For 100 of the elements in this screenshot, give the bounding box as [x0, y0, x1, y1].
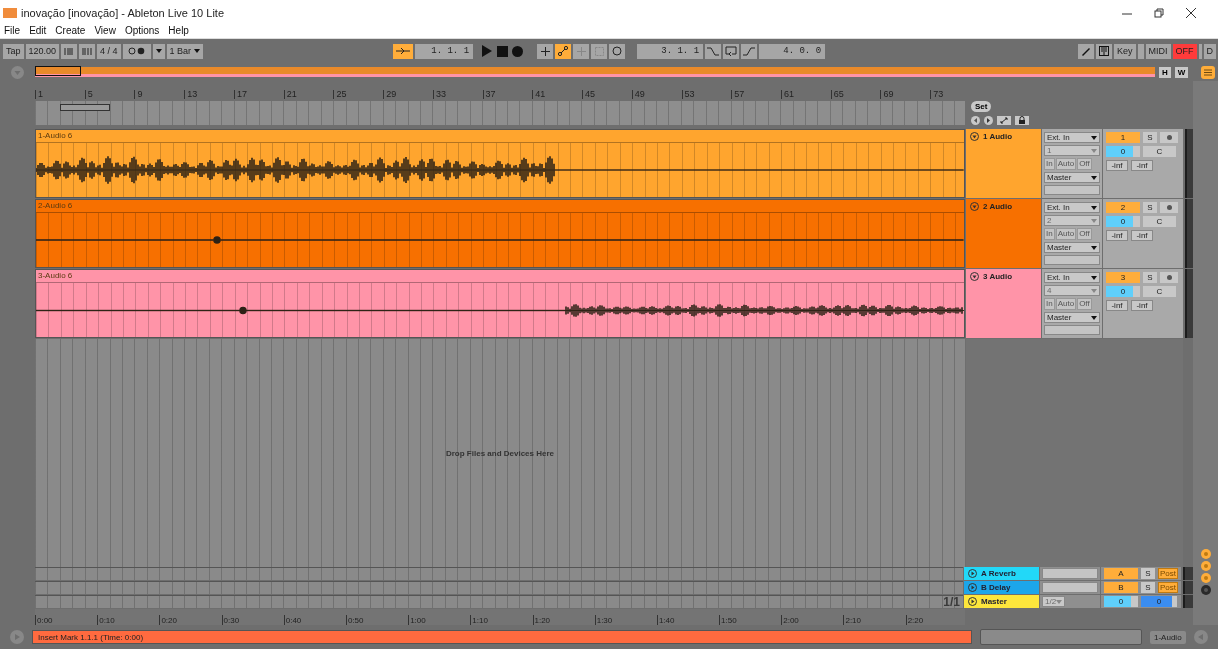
- track-activator-button[interactable]: B: [1104, 582, 1138, 593]
- pan-field[interactable]: C: [1143, 146, 1176, 157]
- sends-toggle-icon[interactable]: [1200, 561, 1211, 571]
- monitor-button[interactable]: Off: [1077, 158, 1092, 170]
- input-type-dropdown[interactable]: Ext. In: [1044, 202, 1100, 213]
- monitor-button[interactable]: Off: [1077, 228, 1092, 240]
- monitor-button[interactable]: In: [1044, 228, 1055, 240]
- menu-item[interactable]: View: [94, 24, 116, 36]
- input-channel-dropdown[interactable]: 1: [1044, 145, 1100, 156]
- track-activator-button[interactable]: 2: [1106, 202, 1140, 213]
- menu-item[interactable]: File: [4, 24, 21, 36]
- volume-field[interactable]: 0: [1106, 146, 1140, 157]
- computer-keyboard-button[interactable]: OFF: [1172, 43, 1197, 59]
- output-field[interactable]: [1042, 568, 1098, 579]
- punch-out-button[interactable]: [741, 43, 758, 59]
- loop-length-field[interactable]: 4. 0. 0: [759, 43, 826, 59]
- fold-icon[interactable]: [970, 202, 979, 211]
- midi-map-button[interactable]: MIDI: [1145, 43, 1171, 59]
- draw-mode-button[interactable]: [1078, 43, 1094, 59]
- monitor-button[interactable]: In: [1044, 298, 1055, 310]
- solo-button[interactable]: S: [1141, 582, 1155, 593]
- volume-field[interactable]: 0: [1104, 596, 1138, 607]
- output-channel-field[interactable]: [1044, 185, 1100, 195]
- play-icon[interactable]: [968, 583, 977, 592]
- input-channel-dropdown[interactable]: 4: [1044, 285, 1100, 296]
- track-header[interactable]: A Reverb: [964, 567, 1039, 580]
- track-header[interactable]: 2 Audio: [966, 199, 1041, 268]
- output-dropdown[interactable]: Master: [1044, 172, 1100, 183]
- menu-item[interactable]: Create: [55, 24, 86, 36]
- output-channel-field[interactable]: [1044, 325, 1100, 335]
- nudge-up-button[interactable]: [79, 43, 96, 59]
- input-type-dropdown[interactable]: Ext. In: [1044, 132, 1100, 143]
- menu-item[interactable]: Help: [168, 24, 189, 36]
- overdub-button[interactable]: [609, 43, 626, 59]
- dropdown-button[interactable]: [152, 43, 165, 59]
- monitor-button[interactable]: In: [1044, 158, 1055, 170]
- monitor-button[interactable]: Off: [1077, 298, 1092, 310]
- fold-icon[interactable]: [970, 132, 979, 141]
- track-header[interactable]: Master: [964, 595, 1039, 608]
- menu-item[interactable]: Options: [124, 24, 160, 36]
- tempo-field[interactable]: 120.00: [25, 43, 60, 59]
- punch-in-button[interactable]: [705, 43, 722, 59]
- drop-area[interactable]: Drop Files and Devices Here: [35, 339, 965, 567]
- expand-icon[interactable]: [997, 116, 1011, 125]
- overview-toggle-button[interactable]: H: [1159, 66, 1171, 78]
- solo-button[interactable]: S: [1143, 132, 1157, 143]
- monitor-button[interactable]: Auto: [1055, 158, 1077, 170]
- arm-button[interactable]: [1160, 132, 1178, 143]
- loop-brace[interactable]: [60, 104, 110, 111]
- output-dropdown[interactable]: Master: [1044, 312, 1100, 323]
- io-toggle-icon[interactable]: [1200, 549, 1211, 559]
- follow-button[interactable]: [393, 43, 414, 59]
- post-button[interactable]: Post: [1158, 582, 1178, 593]
- output-dropdown[interactable]: Master: [1044, 242, 1100, 253]
- post-button[interactable]: Post: [1158, 568, 1178, 579]
- record-icon[interactable]: [512, 45, 524, 57]
- returns-toggle-icon[interactable]: [1200, 573, 1211, 583]
- pan-field[interactable]: C: [1143, 216, 1176, 227]
- position-field[interactable]: 1. 1. 1: [415, 43, 474, 59]
- output-field[interactable]: [1042, 582, 1098, 593]
- track-activator-button[interactable]: A: [1104, 568, 1138, 579]
- tap-button[interactable]: Tap: [3, 43, 24, 59]
- input-channel-dropdown[interactable]: 2: [1044, 215, 1100, 226]
- overview-selection[interactable]: [35, 66, 81, 76]
- time-signature-field[interactable]: 4 / 4: [97, 43, 121, 59]
- set-button[interactable]: Set: [971, 101, 992, 112]
- lock-icon[interactable]: [1015, 116, 1029, 125]
- keyboard-button[interactable]: [1096, 43, 1112, 59]
- solo-button[interactable]: S: [1141, 568, 1155, 579]
- cue-volume-field[interactable]: 0: [1141, 596, 1177, 607]
- track-activator-button[interactable]: 3: [1106, 272, 1140, 283]
- track-activator-button[interactable]: 1: [1106, 132, 1140, 143]
- menu-item[interactable]: Edit: [29, 24, 47, 36]
- close-icon[interactable]: [1186, 8, 1196, 18]
- next-locator-icon[interactable]: [984, 116, 993, 125]
- output-dropdown[interactable]: 1/2: [1042, 596, 1066, 607]
- previous-locator-icon[interactable]: [971, 116, 980, 125]
- key-map-button[interactable]: Key: [1114, 43, 1136, 59]
- solo-button[interactable]: S: [1143, 202, 1157, 213]
- audio-clip[interactable]: 2-Audio 6: [35, 199, 965, 268]
- mixer-toggle-icon[interactable]: [1200, 585, 1211, 595]
- play-icon[interactable]: [481, 45, 494, 57]
- monitor-button[interactable]: Auto: [1055, 228, 1077, 240]
- track-header[interactable]: 3 Audio: [966, 269, 1041, 338]
- metronome-button[interactable]: [122, 43, 151, 59]
- list-icon[interactable]: [1201, 65, 1215, 79]
- solo-button[interactable]: S: [1143, 272, 1157, 283]
- track-header[interactable]: 1 Audio: [966, 129, 1041, 198]
- output-channel-field[interactable]: [1044, 255, 1100, 265]
- d-button[interactable]: D: [1203, 43, 1216, 59]
- play-icon[interactable]: [968, 569, 977, 578]
- volume-field[interactable]: 0: [1106, 286, 1140, 297]
- volume-field[interactable]: 0: [1106, 216, 1140, 227]
- pan-field[interactable]: C: [1143, 286, 1176, 297]
- arm-button[interactable]: [1160, 272, 1178, 283]
- fold-icon[interactable]: [970, 272, 979, 281]
- stop-icon[interactable]: [497, 45, 509, 57]
- audio-clip[interactable]: 3-Audio 6: [35, 269, 965, 338]
- audio-clip[interactable]: 1-Audio 6: [35, 129, 965, 198]
- play-icon[interactable]: [968, 597, 977, 606]
